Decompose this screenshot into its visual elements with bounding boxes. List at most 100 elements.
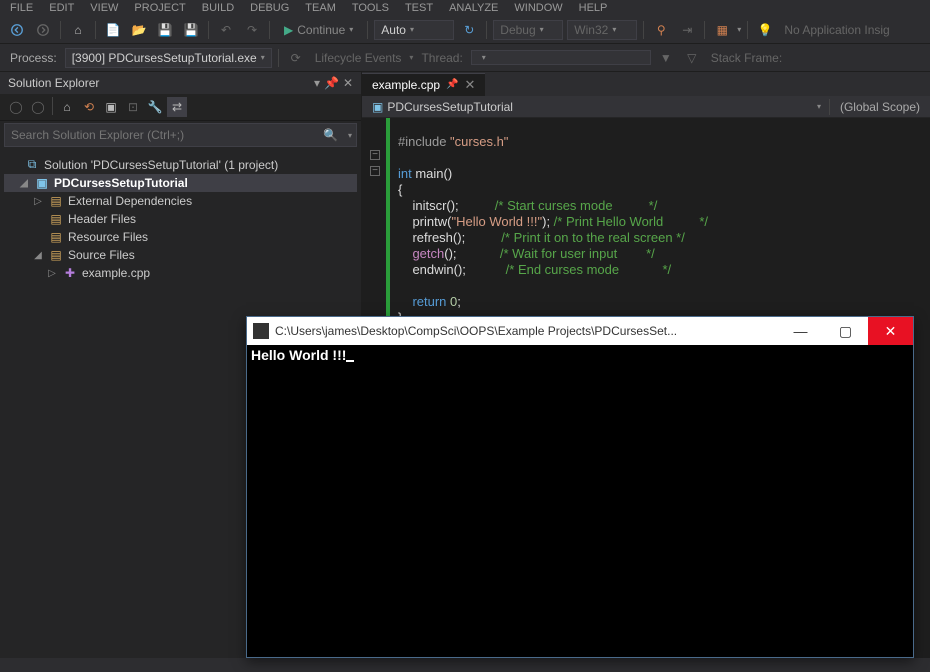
close-icon[interactable]: ✕ — [465, 77, 476, 93]
continue-button[interactable]: ▶ Continue ▾ — [276, 21, 361, 39]
search-input[interactable] — [5, 124, 317, 146]
menu-help[interactable]: HELP — [579, 2, 608, 14]
show-all-icon[interactable]: ⊡ — [123, 97, 143, 117]
toolbar-separator — [643, 21, 644, 39]
chevron-down-icon[interactable]: ▾ — [344, 131, 356, 140]
save-all-icon[interactable]: 💾 — [180, 19, 202, 41]
expander-icon[interactable]: ◢ — [32, 250, 44, 261]
close-button[interactable]: ✕ — [868, 317, 913, 345]
toolbar-separator — [704, 21, 705, 39]
menu-edit[interactable]: EDIT — [49, 2, 74, 14]
toolbar-separator — [486, 21, 487, 39]
platform-dropdown[interactable]: Win32 ▾ — [567, 20, 637, 40]
menu-file[interactable]: FILE — [10, 2, 33, 14]
filter-icon[interactable]: ▼ — [655, 47, 677, 69]
redo-icon[interactable]: ↷ — [241, 19, 263, 41]
chevron-down-icon: ▾ — [612, 25, 616, 34]
console-output: Hello World !!! — [247, 345, 913, 366]
minimize-button[interactable]: — — [778, 317, 823, 345]
toolbar-separator — [52, 97, 53, 115]
lifecycle-icon[interactable]: ⟳ — [285, 47, 307, 69]
chevron-down-icon: ▾ — [482, 53, 486, 62]
view-code-icon[interactable]: ⇄ — [167, 97, 187, 117]
expander-icon[interactable]: ▷ — [46, 268, 58, 279]
folder-resource-files[interactable]: ▤ Resource Files — [4, 228, 357, 246]
forward-icon[interactable]: ◯ — [28, 97, 48, 117]
expander-icon[interactable]: ▷ — [32, 196, 44, 207]
fold-icon[interactable]: − — [370, 166, 380, 176]
back-icon[interactable]: ◯ — [6, 97, 26, 117]
close-icon[interactable]: ✕ — [343, 76, 353, 90]
toolbar-separator — [278, 49, 279, 67]
chevron-down-icon: ▾ — [409, 53, 413, 62]
context-bar: ▣ PDCursesSetupTutorial ▾ (Global Scope) — [362, 96, 930, 118]
step-icon[interactable]: ⇥ — [676, 19, 698, 41]
solution-toolbar: ◯ ◯ ⌂ ⟲ ▣ ⊡ 🔧 ⇄ — [0, 94, 361, 121]
expander-icon[interactable]: ◢ — [18, 178, 30, 189]
editor-tabstrip: example.cpp 📌 ✕ — [362, 72, 930, 96]
project-icon: ▣ — [372, 100, 383, 114]
sync-icon[interactable]: ⟲ — [79, 97, 99, 117]
home-icon[interactable]: ⌂ — [57, 97, 77, 117]
app-insights-label: No Application Insig — [780, 23, 893, 37]
continue-label: Continue — [297, 23, 345, 37]
folder-label: Header Files — [68, 212, 136, 226]
menu-project[interactable]: PROJECT — [134, 2, 185, 14]
toolbar-separator — [747, 21, 748, 39]
console-window[interactable]: C:\Users\james\Desktop\CompSci\OOPS\Exam… — [246, 316, 914, 658]
context-project-dropdown[interactable]: ▣ PDCursesSetupTutorial — [362, 98, 523, 116]
solution-config-dropdown[interactable]: Debug ▾ — [493, 20, 563, 40]
panel-header: Solution Explorer ▾ 📌 ✕ — [0, 72, 361, 94]
refresh-icon[interactable]: ↻ — [458, 19, 480, 41]
console-title: C:\Users\james\Desktop\CompSci\OOPS\Exam… — [275, 324, 778, 338]
menu-analyze[interactable]: ANALYZE — [449, 2, 498, 14]
maximize-button[interactable]: ▢ — [823, 317, 868, 345]
chevron-down-icon: ▾ — [737, 25, 741, 34]
properties-icon[interactable]: 🔧 — [145, 97, 165, 117]
context-scope-dropdown[interactable]: (Global Scope) — [830, 98, 930, 116]
find-icon[interactable]: ⚲ — [650, 19, 672, 41]
fold-icon[interactable]: − — [370, 150, 380, 160]
tools-icon[interactable]: ▦ — [711, 19, 733, 41]
collapse-icon[interactable]: ▣ — [101, 97, 121, 117]
folder-source-files[interactable]: ◢ ▤ Source Files — [4, 246, 357, 264]
cpp-file-icon: ✚ — [62, 266, 78, 280]
menu-debug[interactable]: DEBUG — [250, 2, 289, 14]
console-app-icon — [253, 323, 269, 339]
menu-team[interactable]: TEAM — [305, 2, 336, 14]
pin-icon[interactable]: 📌 — [324, 76, 339, 90]
thread-dropdown[interactable]: ▾ — [471, 50, 651, 65]
console-titlebar[interactable]: C:\Users\james\Desktop\CompSci\OOPS\Exam… — [247, 317, 913, 345]
home-icon[interactable]: ⌂ — [67, 19, 89, 41]
folder-external-deps[interactable]: ▷ ▤ External Dependencies — [4, 192, 357, 210]
panel-menu-icon[interactable]: ▾ — [314, 76, 320, 90]
new-file-icon[interactable]: 📄 — [102, 19, 124, 41]
solution-node[interactable]: ⧉ Solution 'PDCursesSetupTutorial' (1 pr… — [4, 155, 357, 174]
process-dropdown[interactable]: [3900] PDCursesSetupTutorial.exe ▾ — [65, 48, 272, 68]
open-file-icon[interactable]: 📂 — [128, 19, 150, 41]
folder-label: Resource Files — [68, 230, 148, 244]
menu-test[interactable]: TEST — [405, 2, 433, 14]
chevron-down-icon: ▾ — [540, 25, 544, 34]
search-icon[interactable]: 🔍 — [317, 128, 344, 142]
folder-header-files[interactable]: ▤ Header Files — [4, 210, 357, 228]
nav-forward-button[interactable] — [32, 19, 54, 41]
config-dropdown[interactable]: Auto ▾ — [374, 20, 454, 40]
menu-window[interactable]: WINDOW — [514, 2, 562, 14]
menu-bar: FILE EDIT VIEW PROJECT BUILD DEBUG TEAM … — [0, 0, 930, 16]
undo-icon[interactable]: ↶ — [215, 19, 237, 41]
editor-tab-example-cpp[interactable]: example.cpp 📌 ✕ — [362, 73, 485, 96]
lifecycle-label: Lifecycle Events — [311, 51, 406, 65]
save-icon[interactable]: 💾 — [154, 19, 176, 41]
menu-tools[interactable]: TOOLS — [352, 2, 389, 14]
file-node-example-cpp[interactable]: ▷ ✚ example.cpp — [4, 264, 357, 282]
nav-back-button[interactable] — [6, 19, 28, 41]
menu-build[interactable]: BUILD — [202, 2, 234, 14]
toolbar-separator — [269, 21, 270, 39]
menu-view[interactable]: VIEW — [90, 2, 118, 14]
folder-icon: ▤ — [48, 248, 64, 262]
filter2-icon[interactable]: ▽ — [681, 47, 703, 69]
project-node[interactable]: ◢ ▣ PDCursesSetupTutorial — [4, 174, 357, 192]
pin-icon[interactable]: 📌 — [446, 79, 458, 90]
chevron-down-icon[interactable]: ▾ — [817, 102, 829, 111]
